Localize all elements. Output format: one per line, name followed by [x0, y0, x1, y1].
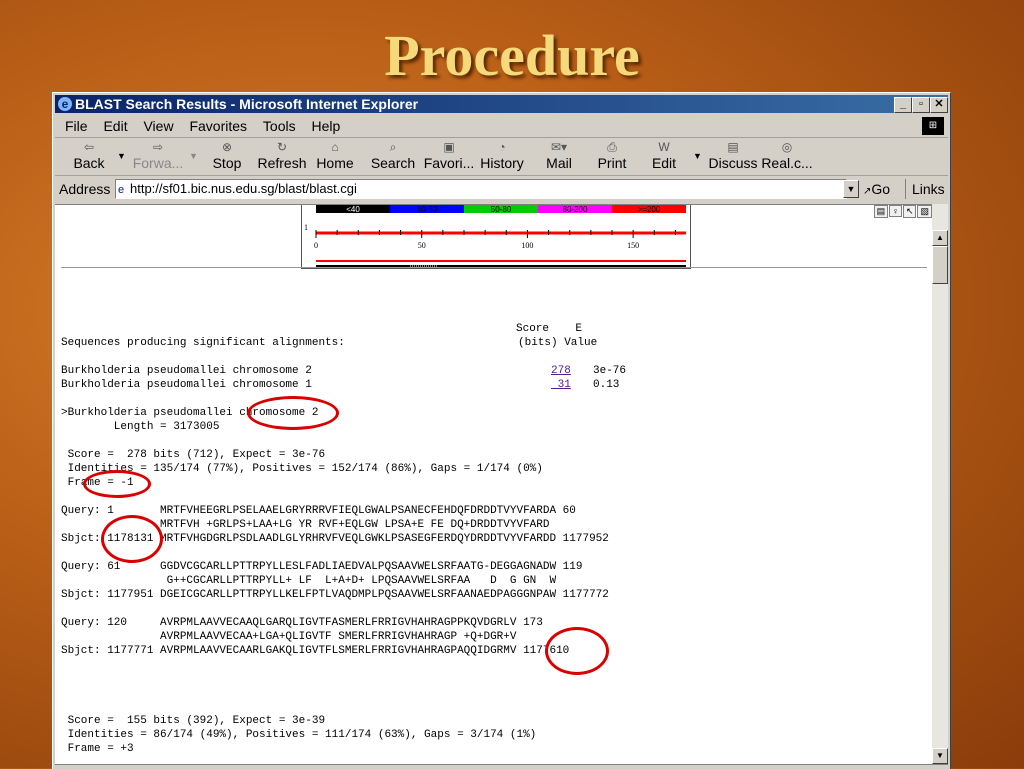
highlight-ring-chromosome	[247, 396, 339, 430]
scroll-thumb[interactable]	[932, 246, 948, 284]
back-button[interactable]: ⇦ Back	[65, 139, 113, 171]
block3-match: AVRPMLAAVVECAA+LGA+QLIGVTF SMERLFRRIGVHA…	[61, 631, 517, 643]
highlight-ring-sbjct-end	[545, 627, 609, 675]
internet-explorer-icon: e	[58, 97, 72, 111]
scroll-down-icon[interactable]: ▼	[932, 748, 948, 764]
page-content: <40 40-50 50-80 80-200 >=200 1 0 50 100 150 ▤ ♀ ↖ ▧…	[55, 204, 932, 765]
alignment-graphic-svg: <40 40-50 50-80 80-200 >=200 10 50 100 150	[304, 205, 686, 267]
scroll-up-icon[interactable]: ▲	[932, 230, 948, 246]
cursor-icon[interactable]: ↖	[902, 205, 917, 218]
tick-label-100: 100	[521, 241, 533, 250]
go-button[interactable]: ↗Go	[863, 181, 890, 197]
minimize-button[interactable]: _	[894, 97, 912, 113]
dict-icon[interactable]: ▧	[917, 205, 932, 218]
discuss-icon: ▤	[727, 140, 739, 154]
menu-tools[interactable]: Tools	[263, 118, 296, 134]
highlight-ring-frame	[83, 470, 151, 498]
hsp2-frame: Frame = +3	[61, 743, 134, 755]
vertical-scrollbar[interactable]: ▲ ▼	[932, 204, 948, 764]
printer-icon: ⎙	[607, 140, 617, 154]
address-bar: Address e http://sf01.bic.nus.edu.sg/blas…	[55, 177, 948, 201]
score-header: Score E	[516, 323, 583, 335]
axis-label: 1	[304, 223, 308, 232]
close-button[interactable]: ✕	[930, 97, 948, 113]
search-button[interactable]: ⌕ Search	[368, 139, 418, 171]
legend-label-3: 80-200	[563, 205, 588, 214]
edit-dropdown-icon[interactable]: ▼	[693, 151, 702, 161]
history-icon: ◔	[498, 140, 506, 154]
menu-file[interactable]: File	[65, 118, 88, 134]
browser-window: e BLAST Search Results - Microsoft Inter…	[52, 92, 951, 769]
tick-label-50: 50	[418, 241, 426, 250]
realc-button[interactable]: ◎ Real.c...	[761, 139, 813, 171]
mail-icon: ✉▾	[550, 140, 568, 154]
legend-label-2: 50-80	[491, 205, 512, 214]
alignment-graphic: <40 40-50 50-80 80-200 >=200 1 0 50 100 150	[301, 205, 691, 269]
home-icon: ⌂	[331, 140, 339, 154]
search-icon: ⌕	[389, 140, 397, 154]
block3-sbjct: Sbjct: 1177771 AVRPMLAAVVECAARLGAKQLIGVT…	[61, 645, 570, 657]
translate-icon[interactable]: ▤	[873, 205, 889, 218]
mini-toolbar: ▤ ♀ ↖ ▧	[873, 205, 932, 219]
hsp1-score: Score = 278 bits (712), Expect = 3e-76	[61, 449, 326, 461]
refresh-icon: ↻	[276, 140, 288, 154]
forward-arrow-icon: ⇨	[152, 140, 164, 154]
favorites-icon: ▣	[443, 140, 455, 154]
block3-query: Query: 120 AVRPMLAAVVECAAQLGARQLIGVTFASM…	[61, 617, 543, 629]
hit-2-score-link[interactable]: 31	[551, 378, 571, 392]
hsp2-identities: Identities = 86/174 (49%), Positives = 1…	[61, 729, 537, 741]
back-arrow-icon: ⇦	[83, 140, 95, 154]
print-button[interactable]: ⎙ Print	[593, 139, 631, 171]
block2-sbjct: Sbjct: 1177951 DGEICGCARLLPTTRPYLLKELFPT…	[61, 589, 609, 601]
back-dropdown-icon[interactable]: ▼	[117, 151, 126, 161]
menu-edit[interactable]: Edit	[103, 118, 127, 134]
address-dropdown-icon[interactable]: ▼	[843, 180, 859, 198]
tick-label-150: 150	[627, 241, 639, 250]
menu-bar: File Edit View Favorites Tools Help ⊞	[55, 115, 948, 138]
legend-label-0: <40	[346, 205, 360, 214]
hsp2-score: Score = 155 bits (392), Expect = 3e-39	[61, 715, 326, 727]
history-button[interactable]: ◔ History	[477, 139, 527, 171]
maximize-button[interactable]: ▫	[912, 97, 930, 113]
hit-1-score-link[interactable]: 278	[551, 364, 571, 378]
links-button[interactable]: Links	[905, 179, 945, 199]
refresh-button[interactable]: ↻ Refresh	[255, 139, 309, 171]
menu-favorites[interactable]: Favorites	[189, 118, 247, 134]
legend-label-4: >=200	[638, 205, 661, 214]
forward-dropdown-icon[interactable]: ▼	[189, 151, 198, 161]
hit-row-2: Burkholderia pseudomallei chromosome 1 3…	[61, 379, 620, 391]
tick-label-0: 0	[314, 241, 318, 250]
menu-view[interactable]: View	[143, 118, 173, 134]
home-button[interactable]: ⌂ Home	[313, 139, 357, 171]
window-title: BLAST Search Results - Microsoft Interne…	[75, 96, 419, 112]
address-url: http://sf01.bic.nus.edu.sg/blast/blast.c…	[130, 181, 357, 196]
forward-button[interactable]: ⇨ Forwa...	[131, 139, 185, 171]
menu-help[interactable]: Help	[312, 118, 341, 134]
pin-icon[interactable]: ♀	[889, 205, 902, 217]
title-bar[interactable]: e BLAST Search Results - Microsoft Inter…	[55, 95, 948, 113]
slide-title: Procedure	[384, 23, 640, 88]
block2-match: G++CGCARLLPTTRPYLL+ LF L+A+D+ LPQSAAVWEL…	[61, 575, 557, 587]
results-header: Sequences producing significant alignmen…	[61, 337, 598, 349]
status-bar	[55, 764, 948, 769]
mail-button[interactable]: ✉▾ Mail	[539, 139, 579, 171]
alignment-length: Length = 3173005	[61, 421, 220, 433]
discuss-button[interactable]: ▤ Discuss	[707, 139, 759, 171]
hit-row-1: Burkholderia pseudomallei chromosome 2 27…	[61, 365, 627, 377]
address-input[interactable]: e http://sf01.bic.nus.edu.sg/blast/blast.…	[115, 179, 847, 199]
windows-logo-icon: ⊞	[922, 117, 944, 135]
word-edit-icon: W	[658, 140, 670, 154]
stop-icon: ⊗	[221, 140, 233, 154]
highlight-ring-sbjct-start	[101, 515, 163, 563]
favorites-button[interactable]: ▣ Favori...	[421, 139, 477, 171]
legend-label-1: 40-50	[417, 205, 438, 214]
address-label: Address	[59, 181, 111, 197]
divider	[61, 267, 927, 268]
standard-toolbar: ⇦ Back ▼ ⇨ Forwa... ▼ ⊗ Stop ↻ Refresh ⌂ Home…	[55, 139, 948, 176]
realplayer-icon: ◎	[781, 140, 793, 154]
page-icon: e	[118, 184, 125, 196]
stop-button[interactable]: ⊗ Stop	[207, 139, 247, 171]
edit-button[interactable]: W Edit	[647, 139, 681, 171]
